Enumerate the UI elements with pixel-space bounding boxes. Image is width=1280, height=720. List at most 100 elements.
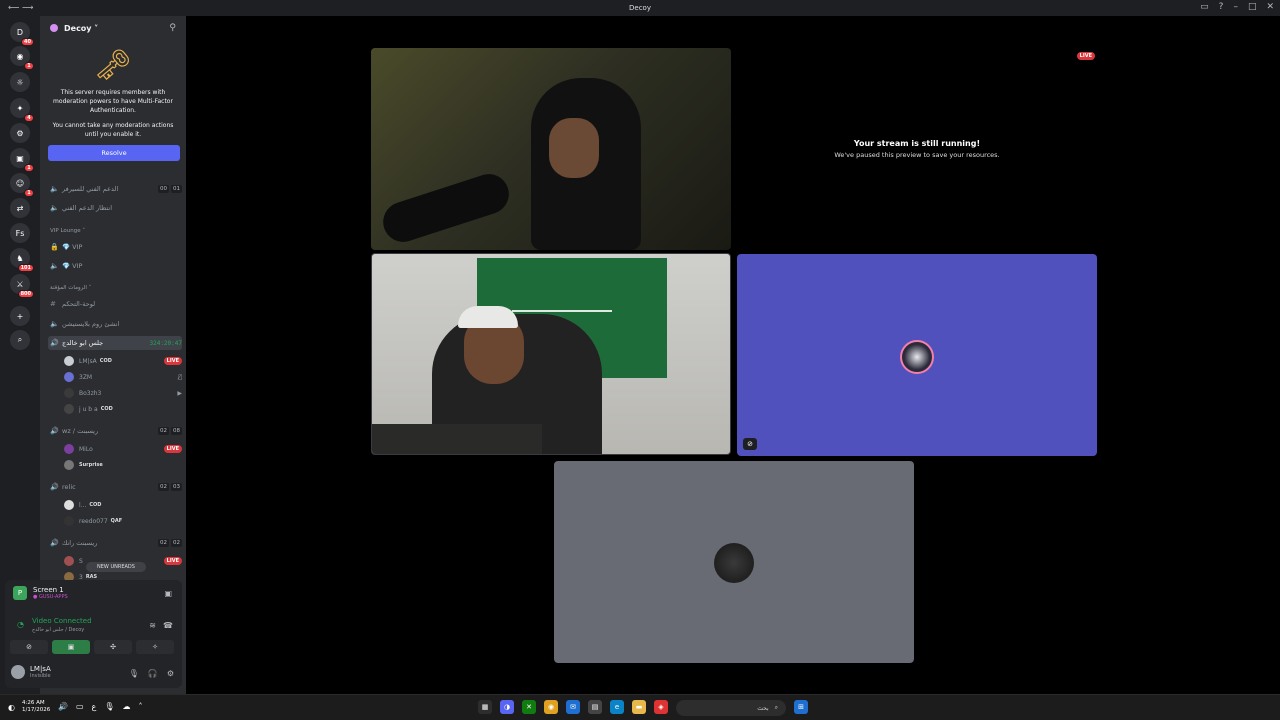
activities-button[interactable]: ✣ <box>94 640 132 654</box>
speaker-icon: 🔊 <box>50 483 59 491</box>
headphones-icon[interactable]: 🎧 <box>148 669 158 678</box>
server-icon[interactable]: ⌕ <box>10 330 30 350</box>
folder-icon[interactable]: ▬ <box>632 700 646 714</box>
avatar <box>64 460 74 470</box>
screen-share-row: P Screen 1 ● GUSU-APPS <box>13 586 68 600</box>
speaker-icon: 🔈 <box>50 320 59 328</box>
noise-suppression-icon[interactable]: ≋ <box>149 621 156 630</box>
camera-off-icon: ⊘ <box>743 438 757 450</box>
stream-preview-tile[interactable]: LIVE Your stream is still running! We've… <box>737 48 1097 250</box>
channel-create-room[interactable]: 🔈 انشئ روم بلايستيشن <box>48 317 182 331</box>
speaker-icon: 🔊 <box>50 339 59 347</box>
camera-tile-2[interactable] <box>371 253 731 455</box>
nav-arrows[interactable]: ⟵ ⟶ <box>8 3 33 12</box>
soundboard-button[interactable]: ✧ <box>136 640 174 654</box>
screen-share-button[interactable]: ▣ <box>52 640 90 654</box>
display-icon[interactable]: ▭ <box>76 702 84 711</box>
clock[interactable]: 4:26 AM 1/17/2026 <box>22 700 50 714</box>
resolve-button[interactable]: Resolve <box>48 145 180 161</box>
channel-support[interactable]: 🔈 الدعم الفني للسيرفر 00 01 <box>48 182 182 196</box>
server-icon[interactable]: ☺ 1 <box>10 173 34 197</box>
user-count: 00 01 <box>158 185 182 193</box>
voice-member[interactable]: reedo077 QAF <box>64 514 182 528</box>
channel-relic[interactable]: 🔊 relic 02 03 <box>48 480 182 494</box>
server-icon[interactable]: ✦ 4 <box>10 98 34 122</box>
disconnect-icon[interactable]: ☎ <box>163 621 173 630</box>
clock-time: 4:26 AM <box>22 700 45 706</box>
start-icon[interactable]: ⊞ <box>794 700 808 714</box>
channel-wz[interactable]: 🔊 wz / ريسبنت 02 08 <box>48 424 182 438</box>
maximize-button[interactable]: □ <box>1248 2 1257 12</box>
channel-name: انشئ روم بلايستيشن <box>62 320 120 328</box>
server-icon-label: ⚙ <box>16 128 24 138</box>
channel-support-wait[interactable]: 🔈 انتظار الدعم الفني <box>48 201 182 215</box>
store-icon[interactable]: ▤ <box>588 700 602 714</box>
edge-icon[interactable]: e <box>610 700 624 714</box>
voice-member[interactable]: 3ZM 🎙̸ <box>64 370 182 384</box>
voice-panel: P Screen 1 ● GUSU-APPS ▣ ◔ Video Connect… <box>5 580 182 688</box>
server-icon[interactable]: ☼ <box>10 72 30 92</box>
mic-tray-icon[interactable]: 🎙 <box>104 702 114 711</box>
muted-icon: 🎙̸ <box>178 373 182 381</box>
server-icon[interactable]: + <box>10 306 30 326</box>
category-temp[interactable]: الرومات المؤقتة ˅ <box>50 285 91 291</box>
close-button[interactable]: ✕ <box>1266 2 1274 12</box>
server-icon[interactable]: Fs <box>10 223 30 243</box>
user-count: 02 02 <box>158 539 182 547</box>
new-unreads-pill[interactable]: NEW UNREADS <box>86 562 146 572</box>
server-header[interactable]: Decoy ˅ ⚲ <box>40 16 186 40</box>
channel-vip-2[interactable]: 🔈 💎 VIP <box>48 259 182 273</box>
lock-icon: 🔒 <box>50 243 59 251</box>
taskbar: ◐ 4:26 AM 1/17/2026 🔊 ▭ ع 🎙 ☁ ˄ ▦ ◑ ✕ ◉ … <box>0 694 1280 720</box>
discord-app-icon[interactable]: ◑ <box>500 700 514 714</box>
camera-tile-1[interactable] <box>371 48 731 250</box>
server-icon[interactable]: ⇄ <box>10 198 30 218</box>
chrome-icon[interactable]: ◉ <box>544 700 558 714</box>
xbox-icon[interactable]: ✕ <box>522 700 536 714</box>
voice-member[interactable]: j u b a COD <box>64 402 182 416</box>
gear-icon[interactable]: ⚙ <box>167 669 174 678</box>
video-connected-channel[interactable]: جلس ابو خالدج / Decoy <box>32 627 84 633</box>
mail-icon[interactable]: ✉ <box>566 700 580 714</box>
voice-member[interactable]: Bo3zh3 ▶ <box>64 386 182 400</box>
server-icon[interactable]: D 40 <box>10 22 34 46</box>
stop-share-icon[interactable]: ▣ <box>164 589 172 598</box>
member-name: reedo077 <box>79 517 108 525</box>
discord-tray-icon[interactable]: ◐ <box>8 703 15 712</box>
invite-icon[interactable]: ⚲ <box>169 23 176 33</box>
server-icon[interactable]: ⚙ <box>10 123 30 143</box>
lang-indicator[interactable]: ع <box>92 702 97 711</box>
camera-off-button[interactable]: ⊘ <box>10 640 48 654</box>
server-icon[interactable]: ◉ 1 <box>10 46 34 70</box>
video-connected-label[interactable]: Video Connected <box>32 617 92 625</box>
avatar-tile-2[interactable] <box>554 461 914 663</box>
minimize-button[interactable]: – <box>1233 2 1238 12</box>
onedrive-icon[interactable]: ☁ <box>122 702 130 711</box>
voice-member[interactable]: MiLo LIVE <box>64 442 182 456</box>
avatar <box>64 516 74 526</box>
help-icon[interactable]: ? <box>1219 2 1224 12</box>
channel-vip-1[interactable]: 🔒 💎 VIP <box>48 240 182 254</box>
task-view-icon[interactable]: ▦ <box>478 700 492 714</box>
app-icon-red[interactable]: ◈ <box>654 700 668 714</box>
category-vip[interactable]: VIP Lounge ˅ <box>50 228 85 234</box>
avatar-tile[interactable]: ⊘ <box>737 254 1097 456</box>
channel-active-voice[interactable]: 🔊 جلس ابو خالدج 324:20:47 <box>48 336 182 350</box>
server-icon[interactable]: ⚔ 800 <box>10 274 34 298</box>
server-icon[interactable]: ♞ 101 <box>10 248 34 272</box>
voice-member[interactable]: Surprise <box>64 458 182 472</box>
search-box[interactable]: بحث ⌕ <box>676 700 786 716</box>
channel-ranked[interactable]: 🔊 ريسبنت رانك 02 02 <box>48 536 182 550</box>
server-icon[interactable]: ▣ 1 <box>10 148 34 172</box>
mention-badge: 101 <box>17 264 34 272</box>
chevron-up-icon[interactable]: ˄ <box>138 702 142 711</box>
video-stage: LIVE Your stream is still running! We've… <box>186 16 1280 694</box>
inbox-icon[interactable]: ▭ <box>1200 2 1209 12</box>
volume-icon[interactable]: 🔊 <box>58 702 68 711</box>
voice-member[interactable]: LM|sA COD LIVE <box>64 354 182 368</box>
mic-icon[interactable]: 🎙 <box>129 669 139 678</box>
user-area[interactable]: LM|sA Invisible <box>11 665 51 679</box>
server-icon <box>50 24 58 32</box>
voice-member[interactable]: l... COD <box>64 498 182 512</box>
channel-control-panel[interactable]: # لوحة-التحكم <box>48 297 182 311</box>
